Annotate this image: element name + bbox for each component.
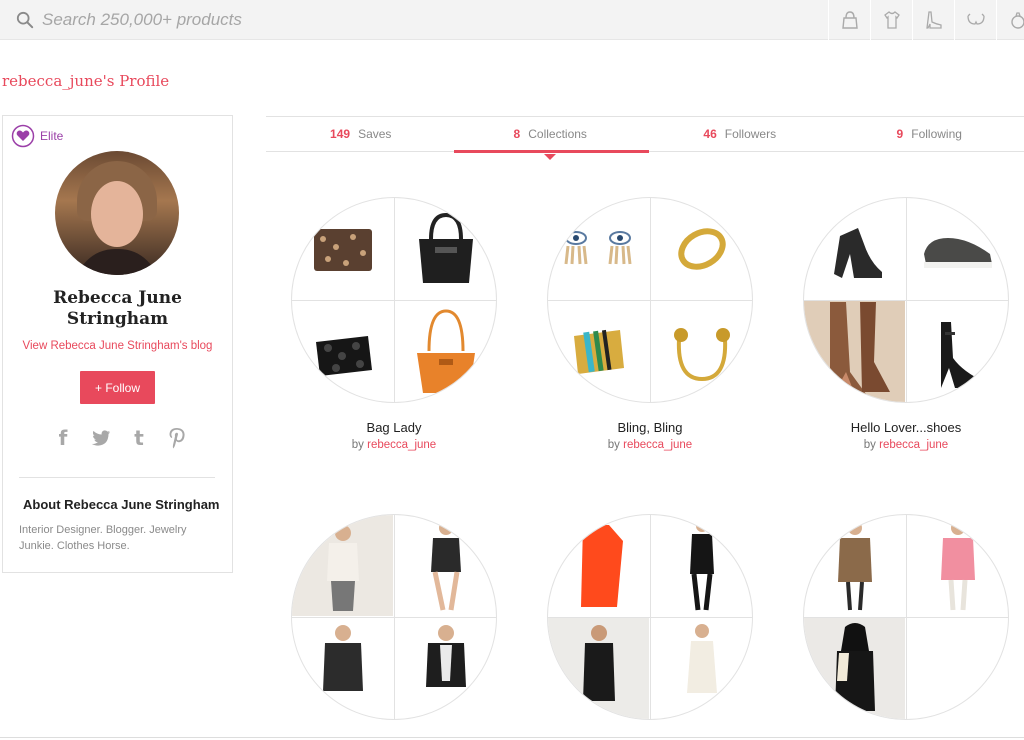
- collection-thumbnail[interactable]: [547, 514, 753, 720]
- page-bottom-border: [0, 737, 1024, 738]
- collection-card[interactable]: Hello Lover...shoes by rebecca_june: [803, 197, 1009, 451]
- top-bar: [0, 0, 1024, 40]
- social-links: f t: [53, 426, 187, 450]
- elite-badge: Elite: [11, 124, 63, 148]
- collections-label: Collections: [528, 127, 587, 141]
- search-icon[interactable]: [16, 11, 34, 29]
- product-image: [395, 618, 496, 719]
- product-image: [292, 301, 393, 402]
- search-bar: [0, 0, 828, 40]
- collection-byline: by rebecca_june: [863, 439, 949, 451]
- product-image: [548, 301, 649, 402]
- collection-card[interactable]: Bag Lady by rebecca_june: [291, 197, 497, 451]
- product-image: [651, 301, 752, 402]
- pinterest-icon[interactable]: [167, 427, 187, 449]
- author-link[interactable]: rebecca_june: [879, 439, 948, 451]
- collection-title[interactable]: Bag Lady: [291, 420, 497, 435]
- product-image: [395, 515, 496, 616]
- collection-title[interactable]: Bling, Bling: [547, 420, 753, 435]
- product-image: [292, 618, 393, 719]
- product-image: [804, 618, 905, 719]
- product-image: [907, 618, 1008, 719]
- bra-icon[interactable]: [954, 0, 996, 40]
- product-image: [395, 198, 496, 299]
- category-icons: [828, 0, 1024, 40]
- avatar[interactable]: [55, 151, 179, 275]
- collection-card[interactable]: [803, 514, 1009, 720]
- collection-thumbnail[interactable]: [547, 197, 753, 403]
- product-image: [804, 301, 905, 402]
- elite-label: Elite: [40, 129, 64, 143]
- followers-label: Followers: [724, 127, 777, 141]
- collection-thumbnail[interactable]: [803, 197, 1009, 403]
- following-label: Following: [911, 127, 962, 141]
- ring-icon[interactable]: [996, 0, 1024, 40]
- collection-title[interactable]: Hello Lover...shoes: [803, 420, 1009, 435]
- author-link[interactable]: rebecca_june: [367, 439, 436, 451]
- tab-collections[interactable]: 8 Collections: [453, 117, 649, 160]
- product-image: [548, 198, 649, 299]
- profile-name: Rebecca June Stringham: [53, 288, 182, 329]
- about-title: About Rebecca June Stringham: [23, 497, 220, 512]
- facebook-icon[interactable]: f: [53, 426, 73, 450]
- bag-icon[interactable]: [828, 0, 870, 40]
- follow-button[interactable]: + Follow: [80, 371, 155, 404]
- about-text: Interior Designer. Blogger. Jewelry Junk…: [19, 524, 187, 552]
- collection-thumbnail[interactable]: [291, 197, 497, 403]
- product-image: [651, 618, 752, 719]
- product-image: [651, 198, 752, 299]
- following-count: 9: [896, 127, 904, 141]
- tumblr-icon[interactable]: t: [129, 426, 149, 450]
- twitter-icon[interactable]: [91, 427, 111, 449]
- collection-thumbnail[interactable]: [803, 514, 1009, 720]
- product-image: [395, 301, 496, 402]
- tab-saves[interactable]: 149 Saves: [266, 117, 456, 151]
- profile-card: Elite Rebecca June Stringham View Rebecc…: [2, 115, 233, 573]
- elite-heart-icon: [11, 124, 35, 148]
- collection-card[interactable]: [291, 514, 497, 720]
- collection-card[interactable]: Bling, Bling by rebecca_june: [547, 197, 753, 451]
- collections-count: 8: [513, 127, 521, 141]
- product-image: [907, 198, 1008, 299]
- collection-byline: by rebecca_june: [607, 439, 693, 451]
- product-image: [292, 515, 393, 616]
- saves-count: 149: [330, 127, 351, 141]
- product-image: [907, 515, 1008, 616]
- product-image: [804, 515, 905, 616]
- followers-count: 46: [703, 127, 717, 141]
- collection-thumbnail[interactable]: [291, 514, 497, 720]
- shoe-icon[interactable]: [912, 0, 954, 40]
- author-link[interactable]: rebecca_june: [623, 439, 692, 451]
- product-image: [548, 618, 649, 719]
- shirt-icon[interactable]: [870, 0, 912, 40]
- profile-stats-tabs: 149 Saves 8 Collections 46 Followers 9 Follo…: [266, 116, 1024, 160]
- collection-byline: by rebecca_june: [351, 439, 437, 451]
- tab-followers[interactable]: 46 Followers: [645, 117, 835, 151]
- page-title: rebecca_june's Profile: [2, 72, 170, 90]
- divider: [19, 477, 215, 478]
- collection-card[interactable]: [547, 514, 753, 720]
- product-image: [804, 198, 905, 299]
- tab-following[interactable]: 9 Following: [835, 117, 1024, 151]
- saves-label: Saves: [358, 127, 392, 141]
- product-image: [907, 301, 1008, 402]
- product-image: [548, 515, 649, 616]
- search-input[interactable]: [42, 8, 742, 32]
- product-image: [292, 198, 393, 299]
- blog-link[interactable]: View Rebecca June Stringham's blog: [3, 340, 232, 352]
- product-image: [651, 515, 752, 616]
